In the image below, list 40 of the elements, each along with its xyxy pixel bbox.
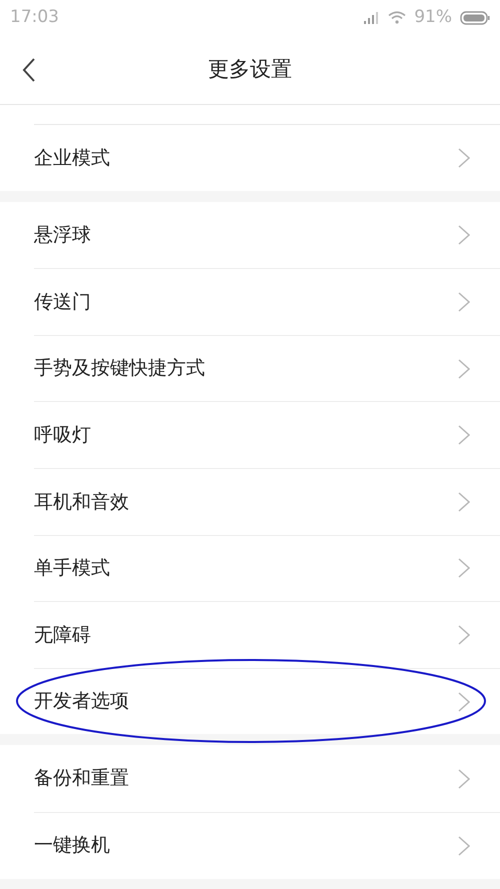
item-label: 无障碍 (34, 622, 91, 648)
battery-icon (460, 10, 490, 24)
chevron-icon (458, 624, 470, 645)
settings-item[interactable]: 无障碍 (34, 601, 500, 668)
chevron-icon (458, 768, 470, 789)
item-label: 企业模式 (34, 146, 110, 171)
chevron-icon (458, 292, 470, 312)
chevron-icon (458, 558, 470, 578)
item-label: 单手模式 (34, 556, 110, 582)
status-time: 17:03 (10, 6, 59, 29)
settings-item[interactable]: 单手模式 (34, 534, 500, 602)
back-button[interactable] (22, 58, 36, 82)
wifi-icon (388, 11, 406, 24)
item-label: 悬浮球 (34, 222, 91, 248)
settings-item[interactable]: 备份和重置 (34, 745, 500, 812)
chevron-icon (458, 425, 470, 446)
settings-item[interactable]: 悬浮球 (34, 202, 500, 268)
settings-item[interactable]: 开发者选项 (34, 668, 500, 734)
item-label: 开发者选项 (34, 689, 129, 714)
item-label: 传送门 (34, 290, 91, 315)
settings-item[interactable]: 一键换机 (34, 812, 500, 879)
chevron-icon (458, 692, 470, 712)
item-label: 呼吸灯 (34, 422, 91, 448)
item-label: 一键换机 (34, 833, 110, 858)
item-label: 备份和重置 (34, 766, 129, 792)
settings-item[interactable]: 呼吸灯 (34, 401, 500, 468)
chevron-icon (458, 148, 470, 168)
item-label: 手势及按键快捷方式 (34, 356, 205, 382)
item-label: 耳机和音效 (34, 490, 129, 515)
settings-item[interactable]: 传送门 (34, 268, 500, 335)
signal-icon (364, 12, 380, 24)
page-title: 更多设置 (208, 56, 292, 83)
settings-item[interactable]: 耳机和音效 (34, 468, 500, 535)
chevron-icon (458, 492, 470, 512)
battery-percent: 91% (414, 6, 452, 29)
chevron-icon (458, 224, 470, 245)
chevron-icon (458, 836, 470, 856)
chevron-icon (458, 358, 470, 379)
settings-item[interactable]: 手势及按键快捷方式 (34, 334, 500, 402)
back-icon (22, 58, 36, 82)
